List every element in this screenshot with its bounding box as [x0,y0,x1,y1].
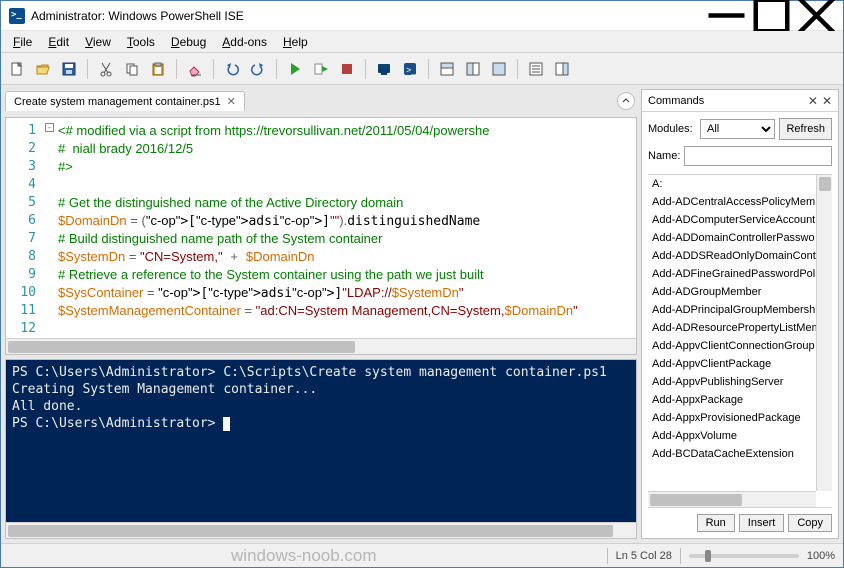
menu-edit[interactable]: Edit [40,33,77,51]
run-script-button[interactable] [283,57,307,81]
clear-console-button[interactable] [183,57,207,81]
zoom-slider[interactable] [689,554,799,558]
watermark-text: windows-noob.com [9,546,599,566]
cut-button[interactable] [94,57,118,81]
zoom-level: 100% [807,550,835,562]
close-button[interactable] [794,1,839,30]
editor-tabs: Create system management container.ps1 ✕ [5,89,637,113]
console-line: PS C:\Users\Administrator> C:\Scripts\Cr… [12,364,630,381]
window-title: Administrator: Windows PowerShell ISE [31,9,704,23]
console-line: Creating System Management container... [12,381,630,398]
commands-vertical-scrollbar[interactable] [816,175,832,491]
show-commands-addon-button[interactable] [550,57,574,81]
fold-toggle-icon[interactable]: - [45,123,54,132]
line-number-gutter: 1234567891011121314 [6,118,44,354]
menu-addons[interactable]: Add-ons [214,33,275,51]
paste-button[interactable] [146,57,170,81]
menu-bar: File Edit View Tools Debug Add-ons Help [1,31,843,53]
copy-button[interactable] [120,57,144,81]
new-button[interactable] [5,57,29,81]
app-icon [9,8,25,24]
name-filter-input[interactable] [684,146,832,166]
close-tab-icon[interactable]: ✕ [227,95,236,108]
commands-pane-close-icon[interactable]: ✕ [808,94,818,108]
code-area[interactable]: <# modified via a script from https://tr… [58,118,636,354]
command-list-item[interactable]: Add-ADPrincipalGroupMembersh [648,301,832,319]
fold-column: - - [44,118,58,354]
menu-file[interactable]: File [5,33,40,51]
command-list-item[interactable]: Add-AppxPackage [648,391,832,409]
command-list-item[interactable]: Add-AppvClientPackage [648,355,832,373]
command-list-item[interactable]: Add-ADGroupMember [648,283,832,301]
undo-button[interactable] [220,57,244,81]
console-pane[interactable]: PS C:\Users\Administrator> C:\Scripts\Cr… [5,359,637,539]
command-list-item[interactable]: Add-AppvPublishingServer [648,373,832,391]
command-list-item[interactable]: Add-AppxProvisionedPackage [648,409,832,427]
title-bar: Administrator: Windows PowerShell ISE [1,1,843,31]
svg-text:>_: >_ [406,65,417,75]
console-horizontal-scrollbar[interactable] [6,522,636,538]
collapse-script-pane-button[interactable] [617,92,635,110]
show-commands-button[interactable] [524,57,548,81]
maximize-button[interactable] [749,1,794,30]
menu-tools[interactable]: Tools [119,33,163,51]
save-button[interactable] [57,57,81,81]
open-button[interactable] [31,57,55,81]
modules-label: Modules: [648,123,696,135]
redo-button[interactable] [246,57,270,81]
run-command-button[interactable]: Run [697,514,735,532]
command-list-item[interactable]: Add-ADDomainControllerPasswo [648,229,832,247]
status-bar: windows-noob.com Ln 5 Col 28 100% [1,543,843,567]
script-editor[interactable]: 1234567891011121314 - - <# modified via … [5,117,637,355]
menu-view[interactable]: View [77,33,119,51]
command-list-item[interactable]: Add-AppvClientConnectionGroup [648,337,832,355]
run-selection-button[interactable] [309,57,333,81]
command-list-item[interactable]: Add-ADComputerServiceAccount [648,211,832,229]
layout-script-top-button[interactable] [435,57,459,81]
editor-tab-label: Create system management container.ps1 [14,96,221,108]
command-list-item[interactable]: A: [648,175,832,193]
command-list-item[interactable]: Add-ADFineGrainedPasswordPolic [648,265,832,283]
layout-side-by-side-button[interactable] [461,57,485,81]
menu-help[interactable]: Help [275,33,316,51]
console-line: PS C:\Users\Administrator> [12,415,630,432]
command-list-item[interactable]: Add-ADDSReadOnlyDomainContr [648,247,832,265]
command-list-item[interactable]: Add-AppxVolume [648,427,832,445]
console-line: All done. [12,398,630,415]
editor-tab[interactable]: Create system management container.ps1 ✕ [5,91,245,111]
minimize-button[interactable] [704,1,749,30]
name-filter-label: Name: [648,150,680,162]
insert-command-button[interactable]: Insert [739,514,785,532]
cursor-position: Ln 5 Col 28 [616,550,672,562]
refresh-button[interactable]: Refresh [779,118,832,140]
commands-horizontal-scrollbar[interactable] [648,491,816,507]
hide-pane-icon[interactable]: ✕ [822,94,832,108]
copy-command-button[interactable]: Copy [788,514,832,532]
new-remote-tab-button[interactable] [372,57,396,81]
commands-pane-title: Commands [648,95,804,107]
command-list-item[interactable]: Add-BCDataCacheExtension [648,445,832,463]
main-area: Create system management container.ps1 ✕… [1,85,843,543]
layout-script-max-button[interactable] [487,57,511,81]
start-powershell-button[interactable]: >_ [398,57,422,81]
modules-select[interactable]: All [700,119,775,139]
command-list-item[interactable]: Add-ADCentralAccessPolicyMemb [648,193,832,211]
editor-horizontal-scrollbar[interactable] [6,338,636,354]
menu-debug[interactable]: Debug [163,33,214,51]
commands-pane: Commands ✕ ✕ Modules: All Refresh Name: … [641,89,839,539]
stop-button[interactable] [335,57,359,81]
toolbar: >_ [1,53,843,85]
commands-list[interactable]: A:Add-ADCentralAccessPolicyMembAdd-ADCom… [648,174,832,508]
command-list-item[interactable]: Add-ADResourcePropertyListMem [648,319,832,337]
